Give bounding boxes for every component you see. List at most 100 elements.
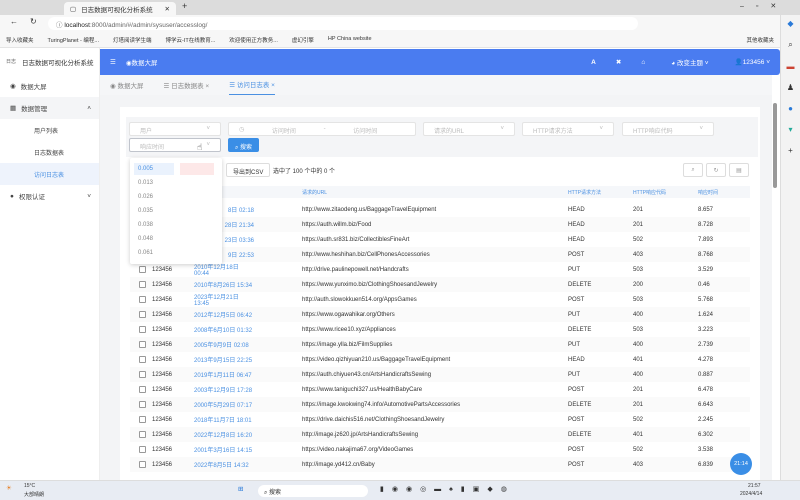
dropdown-option[interactable]: 0.013 — [138, 180, 153, 186]
access-time-range[interactable]: ◷访问时间-访问时间 — [228, 122, 416, 136]
row-checkbox[interactable] — [139, 461, 146, 468]
sidebar-item-dashboard[interactable]: ◉数据大屏 — [0, 75, 99, 97]
code-select[interactable]: HTTP响应代码˅ — [622, 122, 714, 136]
cell-date[interactable]: 2005年9月9日 02:08 — [194, 340, 254, 349]
row-checkbox[interactable] — [139, 401, 146, 408]
refresh-icon[interactable]: ↻ — [706, 163, 726, 177]
row-checkbox[interactable] — [139, 311, 146, 318]
bookmark[interactable]: 欢迎使用正方教务... — [229, 36, 278, 43]
sidebar-item-user-list[interactable]: 用户列表 — [0, 119, 99, 141]
bookmark[interactable]: 导入收藏夹 — [6, 36, 34, 43]
url-select[interactable]: 请求的URL˅ — [423, 122, 515, 136]
cell-date[interactable]: 2008年6月10日 01:32 — [194, 325, 254, 334]
font-size-icon[interactable]: A — [591, 59, 596, 66]
tab-access-log[interactable]: ☰ 访问日志表 × — [229, 74, 275, 96]
cell-time: 8.657 — [698, 207, 713, 213]
other-bookmarks[interactable]: 其他收藏夹 — [746, 36, 774, 43]
col-time[interactable]: 响应时间 — [698, 189, 718, 196]
cell-date[interactable]: 2022年8月5日 14:32 — [194, 460, 254, 469]
refresh-icon[interactable]: ↻ — [30, 17, 37, 26]
new-tab-icon[interactable]: + — [182, 1, 187, 11]
shopping-icon[interactable]: ▾ — [788, 125, 792, 134]
add-icon[interactable]: + — [788, 146, 793, 155]
user-menu[interactable]: 👤123456 ˅ — [735, 58, 770, 66]
cell-url: http://auth.slowokkuen514.org/AppsGames — [302, 297, 417, 303]
cell-date[interactable]: 2003年12月9日 17:28 — [194, 385, 254, 394]
row-checkbox[interactable] — [139, 416, 146, 423]
row-checkbox[interactable] — [139, 371, 146, 378]
bookmark[interactable]: HP China website — [328, 36, 372, 43]
bookmark[interactable]: 虚幻引擎 — [292, 36, 314, 43]
dropdown-option[interactable]: 0.061 — [138, 250, 153, 256]
cell-date[interactable]: 2013年9月15日 22:25 — [194, 355, 254, 364]
float-badge[interactable]: 21:14 — [730, 453, 752, 475]
copilot-icon[interactable]: ◆ — [787, 19, 793, 28]
row-checkbox[interactable] — [139, 296, 146, 303]
row-checkbox[interactable] — [139, 446, 146, 453]
bookmark[interactable]: 博学云-IT在线教育... — [165, 36, 215, 43]
table-row: 123456 2022年8月5日 14:32 http://image.yd41… — [130, 457, 750, 472]
games-icon[interactable]: ♟ — [787, 83, 794, 92]
row-checkbox[interactable] — [139, 356, 146, 363]
taskbar-apps[interactable]: ▮◉◉◎▬♠▮▣◆◍ — [380, 485, 515, 493]
cell-date[interactable]: 2022年12月8日 16:20 — [194, 430, 254, 439]
cell-date[interactable]: 2019年1月11日 06:47 — [194, 370, 254, 379]
cell-time: 2.739 — [698, 342, 713, 348]
col-url[interactable]: 请求的URL — [302, 189, 327, 196]
dropdown-option[interactable]: 0.026 — [138, 194, 153, 200]
menu-toggle-icon[interactable]: ☰ — [110, 58, 116, 66]
cell-method: PUT — [568, 372, 580, 378]
cell-time: 3.223 — [698, 327, 713, 333]
sidebar-item-auth[interactable]: ●权限认证˅ — [0, 185, 99, 207]
row-checkbox[interactable] — [139, 386, 146, 393]
window-controls[interactable]: –▫✕ — [740, 2, 788, 10]
theme-button[interactable]: ◕ 改变主题 ˅ — [671, 57, 708, 67]
tab-log-data[interactable]: ☰ 日志数据表 × — [163, 80, 209, 90]
home-icon[interactable]: ⌂ — [641, 59, 645, 66]
cell-date[interactable]: 2023年12月21日 13:45 — [194, 292, 254, 307]
tab-dashboard[interactable]: ◉ 数据大屏 — [110, 80, 143, 90]
dropdown-option[interactable]: 0.048 — [138, 236, 153, 242]
row-checkbox[interactable] — [139, 341, 146, 348]
bookmark[interactable]: TuringPlanet - 编程... — [48, 36, 99, 43]
cell-date[interactable]: 2000年5月29日 07:17 — [194, 400, 254, 409]
sidebar-item-data-management[interactable]: ▦数据管理˄ — [0, 97, 99, 119]
cell-date[interactable]: 2018年11月7日 18:01 — [194, 415, 254, 424]
page-scrollbar[interactable] — [773, 103, 777, 188]
col-method[interactable]: HTTP请求方法 — [568, 189, 601, 196]
response-time-select[interactable]: 响应时间˅ — [129, 138, 221, 152]
sidebar-item-log-data[interactable]: 日志数据表 — [0, 141, 99, 163]
outlook-icon[interactable]: ● — [788, 104, 793, 113]
sidebar-item-access-log[interactable]: 访问日志表 — [0, 163, 99, 185]
fullscreen-icon[interactable]: ✖ — [616, 58, 621, 66]
row-checkbox[interactable] — [139, 266, 146, 273]
bookmark[interactable]: 灯塔阅读学生端 — [113, 36, 152, 43]
cell-date[interactable]: 2010年12月18日 00:44 — [194, 262, 254, 277]
dropdown-option[interactable]: 0.038 — [138, 222, 153, 228]
col-code[interactable]: HTTP响应代码 — [633, 189, 666, 196]
close-tab-icon[interactable]: ✕ — [165, 5, 170, 13]
export-csv-button[interactable]: 导出到CSV — [226, 163, 270, 177]
taskbar-search[interactable]: ⌕ 搜索 — [258, 485, 368, 497]
dropdown-option[interactable]: 0.005 — [138, 166, 153, 172]
back-icon[interactable]: ← — [10, 17, 18, 26]
row-checkbox[interactable] — [139, 431, 146, 438]
columns-icon[interactable]: ▤ — [729, 163, 749, 177]
start-icon[interactable]: ⊞ — [238, 485, 243, 493]
dropdown-option[interactable]: 0.035 — [138, 208, 153, 214]
row-checkbox[interactable] — [139, 281, 146, 288]
search-button[interactable]: ⌕ 搜索 — [228, 138, 259, 152]
url-input[interactable]: ⓘ localhost:8000/admin/#/admin/sysuser/a… — [48, 17, 638, 30]
row-checkbox[interactable] — [139, 326, 146, 333]
cell-time: 1.624 — [698, 312, 713, 318]
top-header: ☰ ◉数据大屏 A ✖ ⌂ ◕ 改变主题 ˅ 👤123456 ˅ — [100, 49, 780, 75]
cell-date[interactable]: 2012年12月5日 06:42 — [194, 310, 254, 319]
user-select[interactable]: 用户˅ — [129, 122, 221, 136]
search-icon[interactable]: ⌕ — [788, 40, 792, 50]
cell-date[interactable]: 2010年8月26日 15:34 — [194, 280, 254, 289]
search-icon[interactable]: ⌕ — [683, 163, 703, 177]
browser-tab[interactable]: ▢日志数据可视化分析系统✕ — [64, 2, 176, 15]
method-select[interactable]: HTTP请求方法˅ — [522, 122, 614, 136]
tools-icon[interactable]: ▬ — [787, 62, 795, 71]
cell-date[interactable]: 2001年3月16日 14:15 — [194, 445, 254, 454]
